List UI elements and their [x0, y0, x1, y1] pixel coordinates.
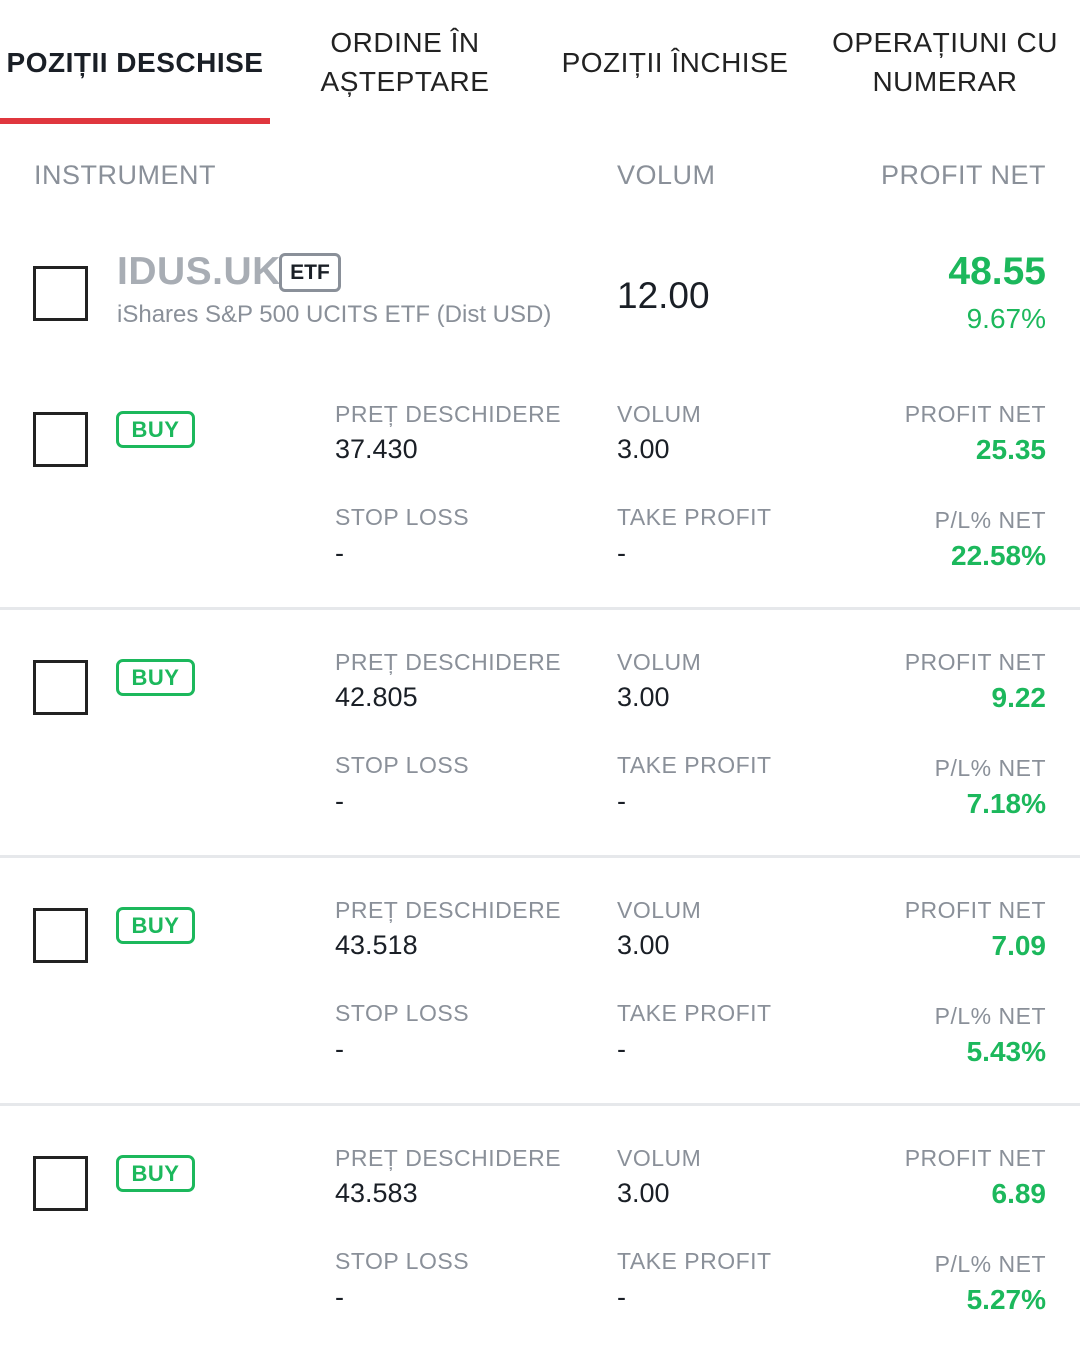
- side-badge: BUY: [116, 411, 195, 448]
- volume-value: 3.00: [617, 434, 670, 464]
- tab-label: ORDINE ÎN AȘTEPTARE: [320, 27, 490, 97]
- tab-label: POZIȚII DESCHISE: [6, 46, 264, 78]
- take-profit-label: TAKE PROFIT: [617, 1248, 772, 1274]
- profit-label: PROFIT NET: [904, 649, 1046, 675]
- column-header-instrument: INSTRUMENT: [34, 160, 216, 190]
- volume-label: VOLUM: [617, 649, 702, 675]
- pl-pct-value: 7.18%: [966, 788, 1046, 819]
- take-profit-value: -: [617, 1282, 626, 1312]
- instrument-symbol: IDUS.UK: [117, 250, 281, 293]
- open-price-label: PREȚ DESCHIDERE: [335, 1145, 562, 1171]
- instrument-description: iShares S&P 500 UCITS ETF (Dist USD): [117, 301, 552, 328]
- column-header-profit: PROFIT NET: [880, 160, 1046, 190]
- tab-cash-operations[interactable]: OPERAȚIUNI CU NUMERAR: [810, 0, 1080, 124]
- tab-bar: POZIȚII DESCHISE ORDINE ÎN AȘTEPTARE POZ…: [0, 0, 1080, 124]
- open-price-value: 43.583: [335, 1178, 418, 1208]
- open-price-value: 37.430: [335, 434, 418, 464]
- profit-label: PROFIT NET: [904, 1145, 1046, 1171]
- pl-pct-label: P/L% NET: [934, 1003, 1046, 1029]
- pl-pct-label: P/L% NET: [934, 507, 1046, 533]
- open-price-value: 42.805: [335, 682, 418, 712]
- stop-loss-label: STOP LOSS: [335, 1248, 470, 1274]
- pl-pct-value: 5.27%: [966, 1284, 1046, 1315]
- volume-value: 3.00: [617, 682, 670, 712]
- row-divider: [0, 855, 1080, 858]
- volume-label: VOLUM: [617, 1145, 702, 1171]
- instrument-profit: 48.55: [948, 250, 1046, 293]
- position-checkbox[interactable]: [33, 1156, 88, 1211]
- position-row[interactable]: BUY PREȚ DESCHIDERE 37.430 VOLUM 3.00 PR…: [0, 370, 1080, 618]
- pl-pct-value: 5.43%: [966, 1036, 1046, 1067]
- etf-badge: ETF: [279, 253, 341, 292]
- open-price-label: PREȚ DESCHIDERE: [335, 401, 562, 427]
- side-badge: BUY: [116, 659, 195, 696]
- stop-loss-value: -: [335, 538, 344, 568]
- stop-loss-label: STOP LOSS: [335, 752, 470, 778]
- pl-pct-label: P/L% NET: [934, 755, 1046, 781]
- active-tab-indicator: [0, 118, 270, 124]
- stop-loss-value: -: [335, 1282, 344, 1312]
- profit-value: 7.09: [991, 930, 1047, 961]
- take-profit-label: TAKE PROFIT: [617, 1000, 772, 1026]
- take-profit-label: TAKE PROFIT: [617, 504, 772, 530]
- position-row[interactable]: BUY PREȚ DESCHIDERE 43.518 VOLUM 3.00 PR…: [0, 866, 1080, 1114]
- volume-value: 3.00: [617, 930, 670, 960]
- take-profit-value: -: [617, 538, 626, 568]
- profit-label: PROFIT NET: [904, 401, 1046, 427]
- side-badge: BUY: [116, 1155, 195, 1192]
- pl-pct-value: 22.58%: [951, 540, 1046, 571]
- position-checkbox[interactable]: [33, 412, 88, 467]
- instrument-profit-pct: 9.67%: [966, 303, 1046, 334]
- position-checkbox[interactable]: [33, 660, 88, 715]
- profit-value: 25.35: [975, 434, 1046, 465]
- tab-pending-orders[interactable]: ORDINE ÎN AȘTEPTARE: [270, 0, 540, 124]
- volume-label: VOLUM: [617, 897, 702, 923]
- profit-label: PROFIT NET: [904, 897, 1046, 923]
- position-row[interactable]: BUY PREȚ DESCHIDERE 42.805 VOLUM 3.00 PR…: [0, 618, 1080, 866]
- stop-loss-value: -: [335, 1034, 344, 1064]
- profit-value: 6.89: [991, 1178, 1047, 1209]
- tab-closed-positions[interactable]: POZIȚII ÎNCHISE: [540, 0, 810, 124]
- pl-pct-label: P/L% NET: [934, 1251, 1046, 1277]
- open-price-label: PREȚ DESCHIDERE: [335, 649, 562, 675]
- open-price-label: PREȚ DESCHIDERE: [335, 897, 562, 923]
- stop-loss-value: -: [335, 786, 344, 816]
- profit-value: 9.22: [991, 682, 1047, 713]
- instrument-volume: 12.00: [617, 275, 710, 316]
- row-divider: [0, 607, 1080, 610]
- row-divider: [0, 1103, 1080, 1106]
- stop-loss-label: STOP LOSS: [335, 504, 470, 530]
- take-profit-value: -: [617, 1034, 626, 1064]
- instrument-checkbox[interactable]: [33, 266, 88, 321]
- tab-open-positions[interactable]: POZIȚII DESCHISE: [0, 0, 270, 124]
- volume-value: 3.00: [617, 1178, 670, 1208]
- take-profit-value: -: [617, 786, 626, 816]
- tab-label: POZIȚII ÎNCHISE: [561, 46, 789, 78]
- take-profit-label: TAKE PROFIT: [617, 752, 772, 778]
- tab-label: OPERAȚIUNI CU NUMERAR: [832, 27, 1058, 97]
- volume-label: VOLUM: [617, 401, 702, 427]
- stop-loss-label: STOP LOSS: [335, 1000, 470, 1026]
- position-row[interactable]: BUY PREȚ DESCHIDERE 43.583 VOLUM 3.00 PR…: [0, 1114, 1080, 1347]
- position-checkbox[interactable]: [33, 908, 88, 963]
- column-header-volume: VOLUM: [617, 160, 716, 190]
- open-price-value: 43.518: [335, 930, 418, 960]
- side-badge: BUY: [116, 907, 195, 944]
